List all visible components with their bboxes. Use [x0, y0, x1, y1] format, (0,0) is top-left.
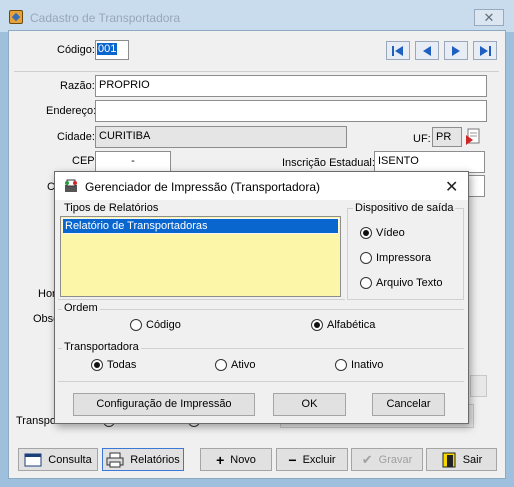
todas-label: Todas — [107, 359, 137, 371]
report-types-list[interactable]: Relatório de Transportadoras — [60, 216, 341, 297]
gravar-button[interactable]: ✔ Gravar — [351, 448, 423, 471]
excluir-label: Excluir — [302, 453, 336, 466]
separator — [58, 381, 464, 382]
radio-dot — [360, 227, 372, 239]
ordem-group-line — [58, 309, 464, 310]
title-bar[interactable]: Cadastro de Transportadora ✕ — [0, 0, 514, 32]
radio-dot — [91, 359, 103, 371]
uf-search-icon[interactable] — [465, 128, 485, 146]
config-impressao-button[interactable]: Configuração de Impressão — [73, 393, 255, 416]
gravar-label: Gravar — [378, 453, 413, 466]
window-title: Cadastro de Transportadora — [30, 11, 181, 25]
previous-record-button[interactable] — [415, 41, 439, 60]
dialog-close-button[interactable]: ✕ — [445, 177, 458, 197]
radio-dot — [360, 252, 372, 264]
dialog-title: Gerenciador de Impressão (Transportadora… — [85, 180, 320, 194]
inscricao-field[interactable]: ISENTO — [374, 151, 485, 173]
inativo-label: Inativo — [351, 359, 384, 371]
partial-field[interactable] — [470, 375, 487, 397]
exit-door-icon — [442, 452, 456, 467]
consulta-button[interactable]: Consulta — [18, 448, 98, 471]
ativo-radio[interactable]: Ativo — [215, 359, 255, 371]
ordem-codigo-label: Código — [146, 319, 181, 331]
radio-dot — [130, 319, 142, 331]
minus-icon: − — [288, 451, 297, 468]
next-record-button[interactable] — [444, 41, 468, 60]
separator — [14, 71, 499, 72]
codigo-value: 001 — [97, 43, 118, 55]
last-record-button[interactable] — [473, 41, 497, 60]
tipos-title: Tipos de Relatórios — [62, 202, 161, 214]
transportadora-title: Transportadora — [62, 341, 141, 353]
cidade-label: Cidade: — [57, 131, 95, 143]
first-icon — [392, 46, 403, 56]
endereco-field[interactable] — [95, 100, 487, 122]
relatorios-button[interactable]: Relatórios — [102, 448, 184, 471]
window-close-button[interactable]: ✕ — [474, 9, 504, 26]
relatorios-label: Relatórios — [130, 453, 180, 466]
radio-dot — [335, 359, 347, 371]
radio-dot — [311, 319, 323, 331]
video-label: Vídeo — [376, 227, 405, 239]
todas-radio[interactable]: Todas — [91, 359, 136, 371]
previous-icon — [423, 46, 431, 56]
ordem-title: Ordem — [62, 302, 100, 314]
novo-button[interactable]: + Novo — [200, 448, 272, 471]
printer-icon — [106, 452, 124, 467]
plus-icon: + — [216, 451, 225, 468]
print-manager-icon — [65, 179, 77, 192]
radio-dot — [215, 359, 227, 371]
next-icon — [452, 46, 460, 56]
uf-label: UF: — [413, 133, 431, 145]
excluir-button[interactable]: − Excluir — [276, 448, 348, 471]
codigo-label: Código: — [57, 44, 95, 56]
impressora-radio[interactable]: Impressora — [360, 252, 431, 264]
ordem-alfabetica-radio[interactable]: Alfabética — [311, 319, 375, 331]
uf-field[interactable]: PR — [432, 127, 462, 147]
inativo-radio[interactable]: Inativo — [335, 359, 383, 371]
cancel-button[interactable]: Cancelar — [372, 393, 445, 416]
report-list-item[interactable]: Relatório de Transportadoras — [62, 218, 339, 234]
video-radio[interactable]: Vídeo — [360, 227, 405, 239]
razao-label: Razão: — [60, 80, 95, 92]
sair-label: Sair — [462, 453, 483, 466]
dispositivo-title: Dispositivo de saída — [353, 202, 456, 214]
dialog-title-bar[interactable]: Gerenciador de Impressão (Transportadora… — [55, 172, 468, 200]
codigo-field[interactable]: 001 — [95, 40, 129, 60]
consulta-label: Consulta — [48, 453, 92, 466]
impressora-label: Impressora — [376, 252, 432, 264]
ativo-label: Ativo — [231, 359, 256, 371]
ordem-alfabetica-label: Alfabética — [327, 319, 376, 331]
arquivo-texto-label: Arquivo Texto — [376, 277, 443, 289]
checkmark-icon: ✔ — [361, 451, 373, 467]
last-icon — [480, 46, 491, 56]
arquivo-texto-radio[interactable]: Arquivo Texto — [360, 277, 442, 289]
novo-label: Novo — [230, 453, 256, 466]
window-icon — [24, 453, 42, 466]
endereco-label: Endereço: — [46, 105, 97, 117]
cidade-field[interactable]: CURITIBA — [95, 126, 347, 148]
app-icon — [9, 10, 23, 24]
radio-dot — [360, 277, 372, 289]
cep-field[interactable]: - — [95, 151, 171, 173]
ordem-codigo-radio[interactable]: Código — [130, 319, 181, 331]
ok-button[interactable]: OK — [273, 393, 346, 416]
razao-field[interactable]: PROPRIO — [95, 75, 487, 97]
inscricao-label: Inscrição Estadual: — [282, 157, 375, 169]
first-record-button[interactable] — [386, 41, 410, 60]
sair-button[interactable]: Sair — [426, 448, 497, 471]
print-manager-dialog: Gerenciador de Impressão (Transportadora… — [54, 171, 469, 424]
cep-label: CEP: — [72, 155, 98, 167]
